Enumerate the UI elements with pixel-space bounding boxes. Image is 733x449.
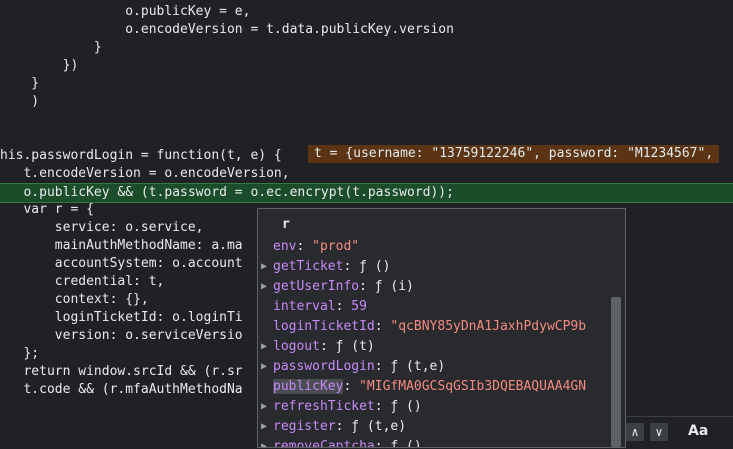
property-separator: : [374,359,391,374]
code-line[interactable]: } [0,75,733,93]
property-value: ƒ () [390,439,422,448]
popup-scrollbar[interactable] [611,297,621,447]
inline-debug-value: t = {username: "13759122246", password: … [308,145,720,163]
expand-arrow-icon[interactable]: ▶ [261,277,267,297]
popup-property-row[interactable]: publicKey: "MIGfMA0GCSqGSIb3DQEBAQUAA4GN [258,377,607,397]
code-line[interactable]: o.publicKey = e, [0,3,733,21]
popup-property-row[interactable]: ▶ removeCaptcha: ƒ () [258,437,607,448]
code-line[interactable]: }) [0,57,733,75]
property-value: "qcBNY85yDnA1JaxhPdywCP9b [390,319,587,334]
expand-arrow-icon[interactable]: ▶ [261,337,267,357]
code-line[interactable] [0,111,733,129]
expand-arrow-icon[interactable]: ▶ [261,257,267,277]
popup-property-row[interactable]: ▶ register: ƒ (t,e) [258,417,607,437]
property-separator: : [335,419,352,434]
property-separator: : [319,339,336,354]
property-value: "MIGfMA0GCSqGSIb3DQEBAQUAA4GN [359,379,587,394]
code-line[interactable]: } [0,39,733,57]
property-key: loginTicketId [273,319,375,334]
property-key: getTicket [273,259,344,274]
code-line[interactable]: o.encodeVersion = t.data.publicKey.versi… [0,21,733,39]
property-value: ƒ (t,e) [351,419,407,434]
variable-hover-popup[interactable]: r env: "prod" ▶ getTicket: ƒ () ▶ getUserInf… [257,208,626,448]
expand-arrow-icon[interactable]: ▶ [261,437,267,447]
expand-arrow-icon[interactable]: ▶ [261,417,267,437]
property-key: register [273,419,336,434]
property-separator: : [343,379,360,394]
property-value: "prod" [312,239,360,254]
find-previous-button[interactable]: ∧ [626,423,644,441]
popup-property-row[interactable]: ▶ getTicket: ƒ () [258,257,607,277]
expand-arrow-icon[interactable]: ▶ [261,397,267,417]
property-separator: : [374,399,391,414]
property-value: ƒ () [390,399,422,414]
popup-property-row[interactable]: ▶ refreshTicket: ƒ () [258,397,607,417]
property-separator: : [374,439,391,448]
property-separator: : [374,319,391,334]
property-key: refreshTicket [273,399,375,414]
property-value: 59 [351,299,367,314]
property-separator: : [296,239,313,254]
property-key: publicKey [273,379,344,394]
property-separator: : [359,279,375,294]
code-line[interactable]: o.publicKey && (t.password = o.ec.encryp… [0,183,733,203]
property-key: env [273,239,297,254]
property-key: removeCaptcha [273,439,375,448]
property-value: ƒ (t) [335,339,375,354]
popup-property-row[interactable]: ▶ logout: ƒ (t) [258,337,607,357]
find-bar: ∧ ∨ Aa [626,416,733,449]
popup-property-row[interactable]: env: "prod" [258,237,607,257]
match-case-toggle[interactable]: Aa [688,423,708,439]
property-key: getUserInfo [273,279,360,294]
popup-title: r [282,217,290,232]
expand-arrow-icon[interactable]: ▶ [261,357,267,377]
property-value: ƒ (i) [374,279,414,294]
popup-property-row[interactable]: loginTicketId: "qcBNY85yDnA1JaxhPdywCP9b [258,317,607,337]
popup-property-row[interactable]: ▶ passwordLogin: ƒ (t,e) [258,357,607,377]
property-key: passwordLogin [273,359,375,374]
property-key: interval [273,299,336,314]
popup-property-row[interactable]: interval: 59 [258,297,607,317]
code-line[interactable]: ) [0,93,733,111]
property-value: ƒ () [359,259,391,274]
property-value: ƒ (t,e) [390,359,446,374]
property-key: logout [273,339,320,354]
code-line[interactable]: t.encodeVersion = o.encodeVersion, [0,165,733,183]
find-next-button[interactable]: ∨ [650,423,668,441]
property-separator: : [343,259,360,274]
property-separator: : [335,299,352,314]
popup-property-row[interactable]: ▶ getUserInfo: ƒ (i) [258,277,607,297]
